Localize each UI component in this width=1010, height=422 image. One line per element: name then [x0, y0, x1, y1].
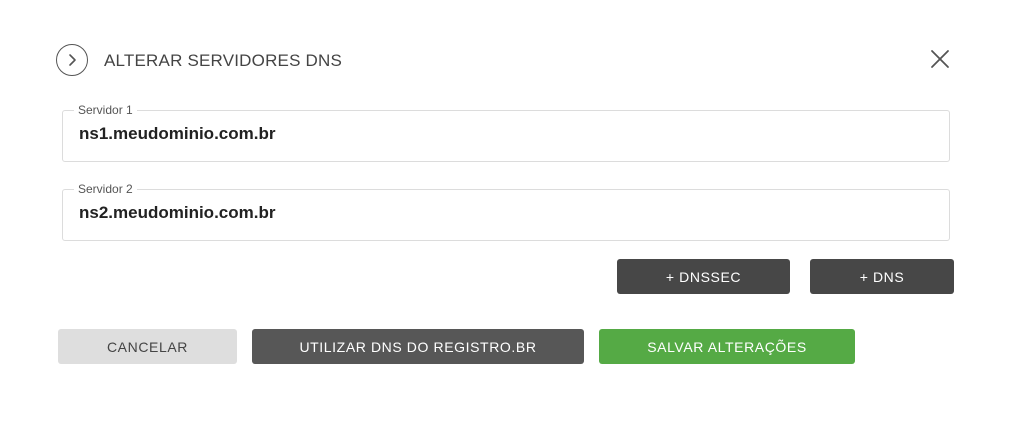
- close-button[interactable]: [928, 47, 952, 71]
- server-2-field: Servidor 2: [62, 182, 950, 241]
- chevron-right-icon: [56, 44, 88, 76]
- server-1-field: Servidor 1: [62, 103, 950, 162]
- use-registro-dns-button[interactable]: UTILIZAR DNS DO REGISTRO.BR: [252, 329, 584, 364]
- server-2-label: Servidor 2: [74, 182, 137, 196]
- server-2-input[interactable]: [79, 202, 929, 224]
- add-dnssec-button[interactable]: + DNSSEC: [617, 259, 790, 294]
- dialog-title: ALTERAR SERVIDORES DNS: [104, 51, 343, 70]
- save-changes-button[interactable]: SALVAR ALTERAÇÕES: [599, 329, 855, 364]
- server-1-input[interactable]: [79, 123, 929, 145]
- dns-dialog: ALTERAR SERVIDORES DNS Servidor 1 Servid…: [0, 0, 1010, 422]
- server-1-label: Servidor 1: [74, 103, 137, 117]
- cancel-button[interactable]: CANCELAR: [58, 329, 237, 364]
- close-icon: [931, 50, 949, 68]
- add-dns-button[interactable]: + DNS: [810, 259, 954, 294]
